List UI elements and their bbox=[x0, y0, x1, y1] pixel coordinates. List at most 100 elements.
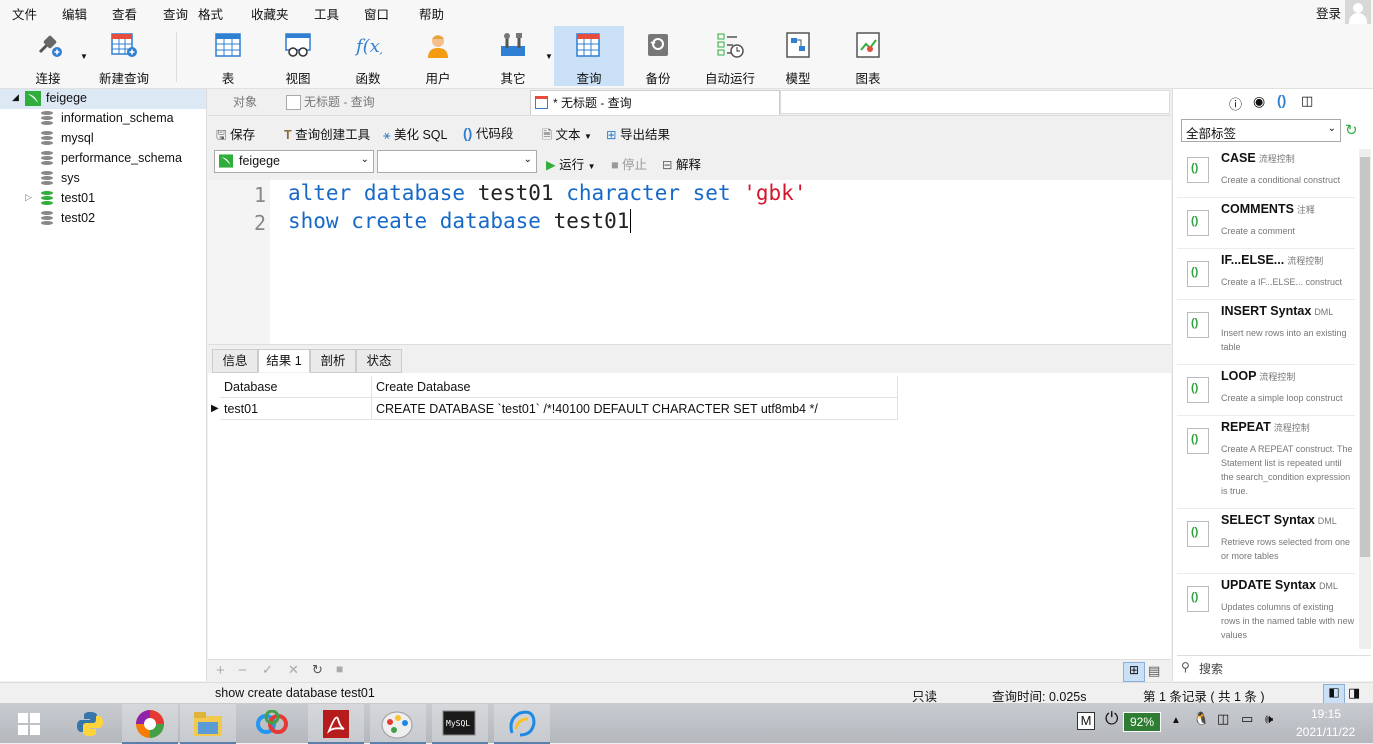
chevron-up-icon[interactable]: ▲ bbox=[1171, 715, 1181, 726]
network-icon[interactable]: ▭ bbox=[1241, 711, 1253, 727]
snippet-item[interactable]: () COMMENTS 注释 Create a comment bbox=[1177, 198, 1355, 249]
tree-db-mysql[interactable]: mysql bbox=[0, 129, 206, 149]
snippet-item[interactable]: () CASE 流程控制 Create a conditional constru… bbox=[1177, 147, 1355, 198]
python-taskbar-icon[interactable] bbox=[62, 704, 118, 742]
run-button[interactable]: ▶ 运行 ▼ bbox=[546, 154, 596, 173]
tab-status[interactable]: 状态 bbox=[356, 349, 402, 373]
snippet-item[interactable]: () INSERT Syntax DML Insert new rows into… bbox=[1177, 300, 1355, 365]
phone-icon[interactable]: ◫ bbox=[1217, 711, 1229, 727]
other-button[interactable]: 其它 ▼ bbox=[481, 26, 553, 86]
layout-right-icon[interactable]: ◨ bbox=[1348, 685, 1360, 701]
tree-db-sys[interactable]: sys bbox=[0, 169, 206, 189]
tree-connection[interactable]: ◢ feigege bbox=[0, 89, 206, 109]
menu-view[interactable]: 查看 bbox=[112, 4, 137, 23]
menu-favorites[interactable]: 收藏夹 bbox=[251, 4, 289, 23]
login-link[interactable]: 登录 bbox=[1316, 3, 1341, 22]
explain-button[interactable]: ⊟ 解释 bbox=[662, 154, 701, 173]
snippet-item[interactable]: () UPDATE Syntax DML Updates columns of e… bbox=[1177, 574, 1355, 652]
stop-icon[interactable]: ■ bbox=[336, 662, 343, 676]
qq-icon[interactable]: 🐧 bbox=[1193, 711, 1209, 727]
power-plug-icon[interactable]: ⏻ bbox=[1105, 709, 1118, 729]
apply-icon[interactable]: ✓ bbox=[262, 662, 273, 678]
chevron-right-icon[interactable]: ▷ bbox=[25, 192, 32, 203]
tree-db-test02[interactable]: test02 bbox=[0, 209, 206, 229]
tag-filter-select[interactable]: 全部标签 ⌄ bbox=[1181, 119, 1341, 142]
tab-untitled-query-1[interactable]: 无标题 - 查询 bbox=[284, 90, 529, 114]
column-header[interactable]: Database bbox=[220, 376, 372, 398]
snippet-item[interactable]: () SELECT Syntax DML Retrieve rows select… bbox=[1177, 509, 1355, 574]
menu-help[interactable]: 帮助 bbox=[419, 4, 444, 23]
snippet-item[interactable]: () IF...ELSE... 流程控制 Create a IF...ELSE..… bbox=[1177, 249, 1355, 300]
add-snippet-icon[interactable]: ↻ bbox=[1345, 121, 1358, 139]
query-button[interactable]: 查询 bbox=[554, 26, 624, 86]
form-view-icon[interactable]: ▤ bbox=[1148, 663, 1160, 679]
discard-icon[interactable]: ✕ bbox=[288, 662, 299, 678]
battery-indicator[interactable]: 92% bbox=[1123, 712, 1161, 732]
connection-select[interactable]: feigege ⌄ bbox=[214, 150, 374, 173]
browser-taskbar-icon[interactable] bbox=[122, 704, 178, 744]
add-row-icon[interactable]: + bbox=[216, 662, 225, 679]
function-button[interactable]: f(x) 函数 bbox=[336, 26, 400, 86]
code-line[interactable]: alter database test01 character set 'gbk… bbox=[288, 181, 806, 205]
eye-icon[interactable]: ◉ bbox=[1253, 93, 1265, 110]
snippet-icon[interactable]: () bbox=[1277, 92, 1286, 108]
pdf-reader-taskbar-icon[interactable] bbox=[308, 704, 364, 744]
auto-run-button[interactable]: 自动运行 bbox=[698, 26, 762, 86]
snippet-search-field[interactable]: ⚲ 搜索 bbox=[1177, 655, 1371, 678]
sql-editor[interactable]: 1 2 alter database test01 character set … bbox=[208, 180, 1171, 344]
chart-button[interactable]: 图表 bbox=[836, 26, 900, 86]
baidu-netdisk-taskbar-icon[interactable] bbox=[244, 704, 300, 742]
menu-file[interactable]: 文件 bbox=[12, 4, 37, 23]
tab-objects[interactable]: 对象 bbox=[208, 90, 282, 114]
snippet-button[interactable]: () 代码段 bbox=[463, 123, 513, 142]
tab-untitled-query-2[interactable]: * 无标题 - 查询 bbox=[530, 90, 780, 115]
beautify-sql-button[interactable]: ⚹ 美化 SQL bbox=[383, 124, 448, 143]
chevron-down-icon[interactable]: ◢ bbox=[12, 92, 19, 103]
menu-format[interactable]: 格式 bbox=[198, 4, 223, 23]
tab-profile[interactable]: 剖析 bbox=[310, 349, 356, 373]
menu-tools[interactable]: 工具 bbox=[314, 4, 339, 23]
backup-button[interactable]: 备份 bbox=[626, 26, 690, 86]
snippet-item[interactable]: () REPEAT 流程控制 Create A REPEAT construct.… bbox=[1177, 416, 1355, 509]
user-button[interactable]: 用户 bbox=[406, 26, 470, 86]
menu-window[interactable]: 窗口 bbox=[364, 4, 389, 23]
grid-icon[interactable]: ◫ bbox=[1301, 93, 1313, 109]
export-results-button[interactable]: ⊞ 导出结果 bbox=[606, 124, 670, 143]
mysql-shell-taskbar-icon[interactable]: MySQL bbox=[432, 704, 488, 744]
navicat-taskbar-icon[interactable] bbox=[494, 704, 550, 744]
snippet-item[interactable]: () LOOP 流程控制 Create a simple loop constru… bbox=[1177, 365, 1355, 416]
column-header[interactable]: Create Database bbox=[372, 376, 898, 398]
delete-row-icon[interactable]: − bbox=[238, 662, 247, 679]
table-cell[interactable]: test01 bbox=[220, 398, 372, 420]
file-explorer-taskbar-icon[interactable] bbox=[180, 704, 236, 744]
tree-db-information-schema[interactable]: information_schema bbox=[0, 109, 206, 129]
user-avatar-icon[interactable] bbox=[1345, 0, 1371, 24]
table-button[interactable]: 表 bbox=[196, 26, 260, 86]
menu-edit[interactable]: 编辑 bbox=[62, 4, 87, 23]
snippet-scrollbar[interactable] bbox=[1359, 149, 1371, 649]
menu-query[interactable]: 查询 bbox=[163, 4, 188, 23]
new-query-button[interactable]: 新建查询 bbox=[92, 26, 156, 86]
tree-db-performance-schema[interactable]: performance_schema bbox=[0, 149, 206, 169]
table-cell[interactable]: CREATE DATABASE `test01` /*!40100 DEFAUL… bbox=[372, 398, 898, 420]
ime-indicator[interactable]: M bbox=[1077, 712, 1095, 730]
layout-left-icon[interactable]: ◧ bbox=[1323, 684, 1345, 704]
grid-view-icon[interactable]: ⊞ bbox=[1123, 662, 1145, 682]
info-icon[interactable]: ⓘ bbox=[1229, 94, 1242, 113]
windows-start-icon[interactable] bbox=[18, 713, 40, 735]
volume-icon[interactable]: 🕪 bbox=[1265, 711, 1273, 727]
connect-button[interactable]: 连接 ▼ bbox=[16, 26, 88, 86]
model-button[interactable]: 模型 bbox=[766, 26, 830, 86]
code-line[interactable]: show create database test01 bbox=[288, 209, 632, 233]
refresh-icon[interactable]: ↻ bbox=[312, 662, 323, 678]
database-select[interactable]: ⌄ bbox=[377, 150, 537, 173]
stop-button[interactable]: ■ 停止 bbox=[611, 154, 647, 173]
tab-info[interactable]: 信息 bbox=[212, 349, 258, 373]
query-builder-button[interactable]: T 查询创建工具 bbox=[284, 124, 370, 143]
tree-db-test01[interactable]: ▷ test01 bbox=[0, 189, 206, 209]
text-button[interactable]: 🗎 文本 ▼ bbox=[542, 124, 592, 147]
tab-result-1[interactable]: 结果 1 bbox=[258, 349, 310, 372]
chevron-down-icon[interactable]: ▼ bbox=[80, 52, 88, 61]
chevron-down-icon[interactable]: ▼ bbox=[545, 52, 553, 61]
view-button[interactable]: 视图 bbox=[266, 26, 330, 86]
